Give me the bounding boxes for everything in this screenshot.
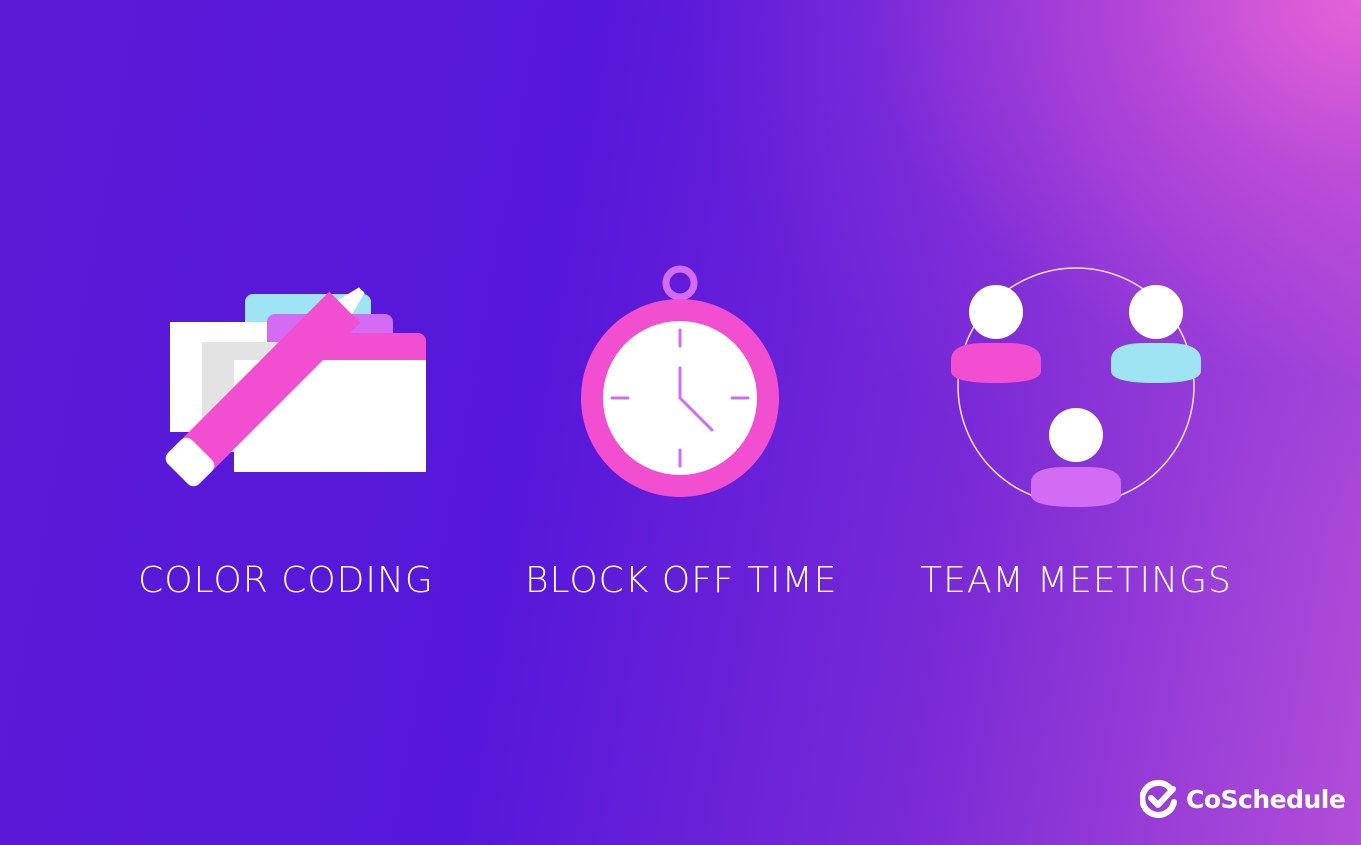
person-left-body [951, 343, 1041, 383]
person-right-head [1129, 285, 1183, 339]
folders-and-highlighter-icon [140, 282, 430, 512]
label-block-off-time: BLOCK OFF TIME [525, 560, 838, 601]
person-left-head [969, 285, 1023, 339]
person-bottom-body [1031, 467, 1121, 507]
person-bottom-head [1049, 408, 1103, 462]
stopwatch-ring [662, 265, 698, 301]
label-team-meetings: TEAM MEETINGS [920, 560, 1232, 601]
brand-name: CoSchedule [1186, 784, 1346, 814]
background: COLOR CODING BLOCK OFF TIME TEAM MEETING… [0, 0, 1361, 845]
team-people-circle-icon [945, 255, 1207, 517]
label-color-coding: COLOR CODING [138, 560, 434, 601]
person-right-body [1111, 343, 1201, 383]
coschedule-check-logo-icon [1140, 780, 1177, 818]
stopwatch-icon [578, 262, 784, 502]
brand-logo: CoSchedule [1140, 780, 1346, 818]
